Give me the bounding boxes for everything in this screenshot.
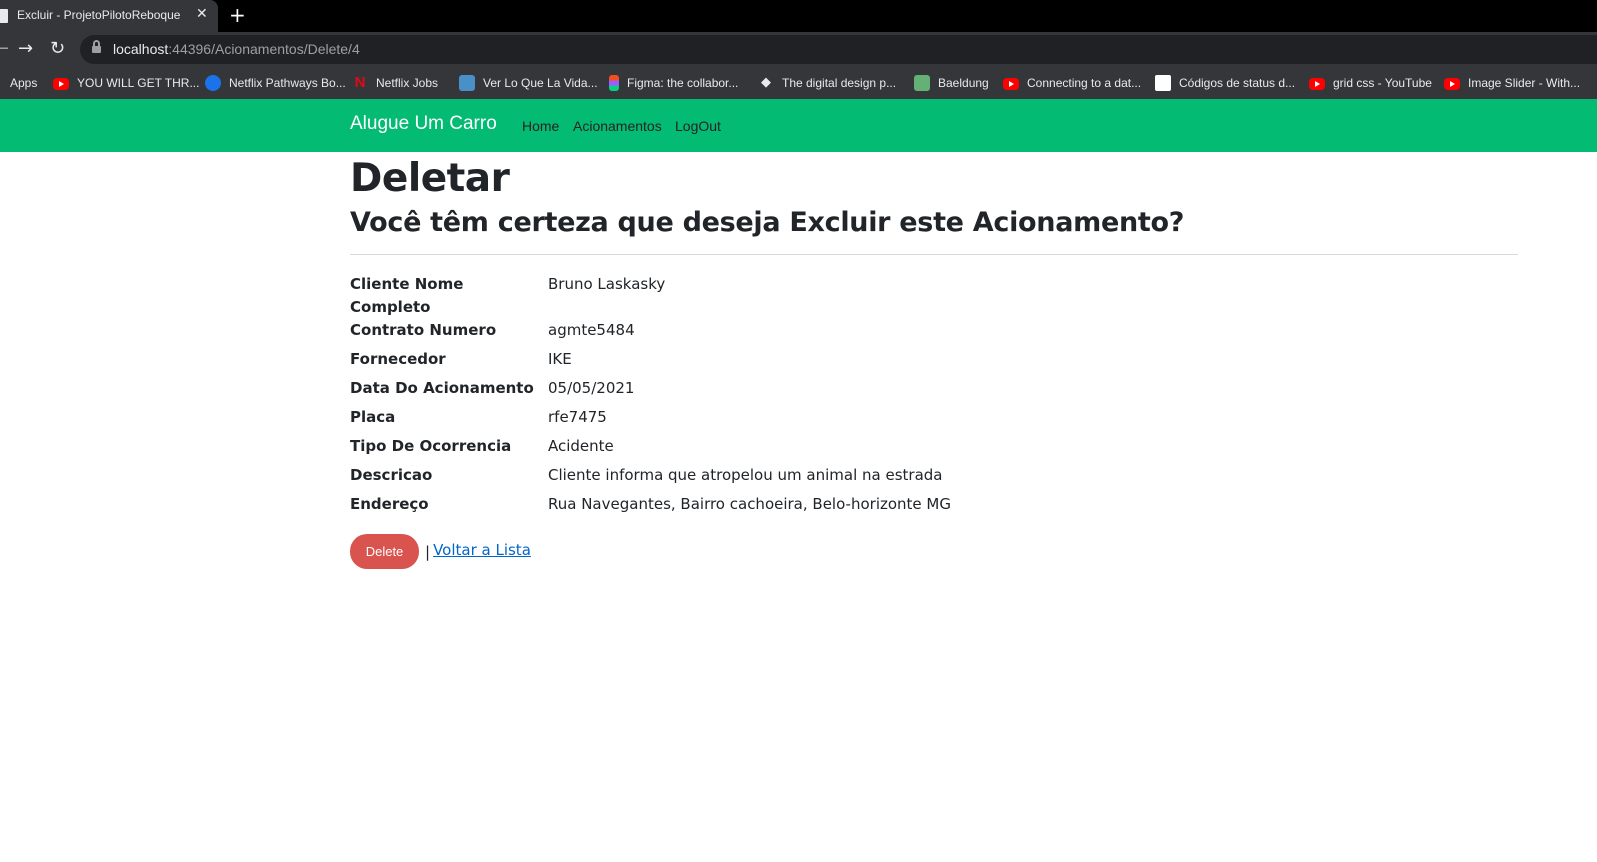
url-text[interactable]: localhost:44396/Acionamentos/Delete/4 xyxy=(113,41,360,57)
bookmark-label: Netflix Pathways Bo... xyxy=(229,76,346,90)
bookmark-label: YOU WILL GET THR... xyxy=(77,76,200,90)
browser-tab-strip: Excluir - ProjetoPilotoReboque ✕ + xyxy=(0,0,1597,32)
bookmark-label: grid css - YouTube xyxy=(1333,76,1432,90)
close-icon[interactable]: ✕ xyxy=(196,6,208,22)
url-path: :44396/Acionamentos/Delete/4 xyxy=(168,41,360,57)
bookmark-item[interactable]: Connecting to a dat... xyxy=(1003,74,1141,92)
nav-link-logout[interactable]: LogOut xyxy=(675,118,721,134)
nav-link-home[interactable]: Home xyxy=(522,118,559,134)
detail-label: Contrato Numero xyxy=(350,321,497,339)
detail-label: Fornecedor xyxy=(350,350,446,368)
bookmark-label: Image Slider - With... xyxy=(1468,76,1581,90)
bookmark-apps[interactable]: Apps xyxy=(0,74,37,92)
bookmark-label: Netflix Jobs xyxy=(376,76,439,90)
main-content: Deletar Você têm certeza que deseja Excl… xyxy=(350,152,1518,569)
bookmark-item[interactable]: Image Slider - With... xyxy=(1444,74,1580,92)
browser-toolbar: ← → ↻ localhost:44396/Acionamentos/Delet… xyxy=(0,32,1597,68)
bookmark-item[interactable]: YOU WILL GET THR... xyxy=(53,74,199,92)
bookmark-item[interactable]: Ver Lo Que La Vida... xyxy=(459,74,598,92)
detail-value: Bruno Laskasky xyxy=(548,275,666,293)
apps-icon xyxy=(0,75,2,91)
bookmark-item[interactable]: Netflix Pathways Bo... xyxy=(205,74,346,92)
bookmark-item[interactable]: N Netflix Jobs xyxy=(352,74,438,92)
detail-row: Descricao Cliente informa que atropelou … xyxy=(350,464,1518,487)
tab-title: Excluir - ProjetoPilotoReboque xyxy=(17,8,181,22)
detail-row: Endereço Rua Navegantes, Bairro cachoeir… xyxy=(350,493,1518,516)
site-navbar: Alugue Um Carro Home Acionamentos LogOut xyxy=(0,99,1597,152)
new-tab-icon[interactable]: + xyxy=(229,3,246,27)
figma-icon xyxy=(609,75,619,91)
page-icon xyxy=(0,9,8,23)
bookmark-label: Apps xyxy=(10,76,38,90)
youtube-icon xyxy=(1309,78,1325,90)
detail-value: agmte5484 xyxy=(548,321,635,339)
detail-value: Rua Navegantes, Bairro cachoeira, Belo-h… xyxy=(548,495,951,513)
lock-icon[interactable] xyxy=(92,40,101,54)
navbar-brand[interactable]: Alugue Um Carro xyxy=(350,113,497,135)
bookmarks-bar: Apps YOU WILL GET THR... Netflix Pathway… xyxy=(0,68,1597,99)
youtube-icon xyxy=(1444,78,1460,90)
image-icon xyxy=(459,75,475,91)
detail-label: Data Do Acionamento xyxy=(350,379,534,397)
detail-row: Placa rfe7475 xyxy=(350,406,1518,429)
details-list: Cliente Nome Completo Bruno Laskasky Con… xyxy=(350,273,1518,516)
2u-icon xyxy=(205,75,221,91)
detail-row: Cliente Nome Completo Bruno Laskasky xyxy=(350,273,1518,319)
nav-link-acionamentos[interactable]: Acionamentos xyxy=(573,118,662,134)
detail-value: Cliente informa que atropelou um animal … xyxy=(548,466,943,484)
bookmark-item[interactable]: Baeldung xyxy=(914,74,989,92)
detail-label: Descricao xyxy=(350,466,433,484)
bookmark-item[interactable]: grid css - YouTube xyxy=(1309,74,1432,92)
youtube-icon xyxy=(53,78,69,90)
bookmark-item[interactable]: Códigos de status d... xyxy=(1155,74,1295,92)
divider xyxy=(350,254,1518,255)
detail-label: Cliente Nome Completo xyxy=(350,275,464,316)
url-host: localhost xyxy=(113,41,169,57)
bookmark-label: Connecting to a dat... xyxy=(1027,76,1142,90)
page-title: Deletar xyxy=(350,156,510,201)
http-icon xyxy=(1155,75,1171,91)
detail-value: Acidente xyxy=(548,437,614,455)
detail-row: Data Do Acionamento 05/05/2021 xyxy=(350,377,1518,400)
bookmark-label: Códigos de status d... xyxy=(1179,76,1296,90)
netflix-icon: N xyxy=(354,74,366,91)
youtube-icon xyxy=(1003,78,1019,90)
detail-value: 05/05/2021 xyxy=(548,379,635,397)
separator: | xyxy=(425,542,431,561)
delete-button[interactable]: Delete xyxy=(350,534,419,569)
bookmark-label: Ver Lo Que La Vida... xyxy=(483,76,598,90)
detail-value: rfe7475 xyxy=(548,408,607,426)
reload-icon[interactable]: ↻ xyxy=(50,38,65,59)
detail-value: IKE xyxy=(548,350,572,368)
detail-label: Endereço xyxy=(350,495,429,513)
detail-label: Placa xyxy=(350,408,396,426)
forward-arrow-icon[interactable]: → xyxy=(18,38,33,59)
detail-row: Tipo De Ocorrencia Acidente xyxy=(350,435,1518,458)
detail-label: Tipo De Ocorrencia xyxy=(350,437,512,455)
form-actions: Delete | Voltar a Lista xyxy=(350,534,1518,569)
back-arrow-icon[interactable]: ← xyxy=(0,38,9,59)
diamond-icon: ◆ xyxy=(761,75,771,90)
bookmark-label: The digital design p... xyxy=(782,76,897,90)
bookmark-item[interactable]: ◆ The digital design p... xyxy=(758,74,896,92)
browser-tab[interactable]: Excluir - ProjetoPilotoReboque ✕ xyxy=(0,0,218,32)
back-to-list-link[interactable]: Voltar a Lista xyxy=(433,541,531,559)
address-bar[interactable]: localhost:44396/Acionamentos/Delete/4 xyxy=(80,35,1597,64)
detail-row: Fornecedor IKE xyxy=(350,348,1518,371)
bookmark-label: Figma: the collabor... xyxy=(627,76,739,90)
bookmark-item[interactable]: Figma: the collabor... xyxy=(609,74,738,92)
page-subtitle: Você têm certeza que deseja Excluir este… xyxy=(350,207,1185,238)
detail-row: Contrato Numero agmte5484 xyxy=(350,319,1518,342)
baeldung-icon xyxy=(914,75,930,91)
bookmark-label: Baeldung xyxy=(938,76,989,90)
